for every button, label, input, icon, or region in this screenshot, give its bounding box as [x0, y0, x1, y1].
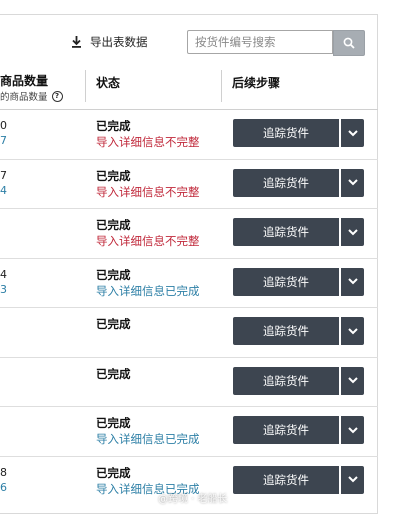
- table-row: 已完成 导入详细信息已完成 追踪货件: [0, 407, 378, 457]
- column-header-next-steps: 后续步骤: [232, 76, 281, 90]
- export-table-link[interactable]: 导出表数据: [71, 34, 148, 50]
- table-row: 4 3 已完成 导入详细信息已完成 追踪货件: [0, 259, 378, 308]
- quantity-link[interactable]: 7: [0, 134, 7, 147]
- quantity-link[interactable]: 3: [0, 283, 7, 296]
- more-actions-dropdown[interactable]: [341, 119, 364, 147]
- quantity-value: 7: [0, 168, 7, 182]
- more-actions-dropdown[interactable]: [341, 267, 364, 296]
- status-text: 已完成: [96, 317, 131, 331]
- help-icon[interactable]: ?: [51, 90, 63, 102]
- quantity-value: 8: [0, 465, 7, 479]
- status-text: 已完成: [96, 366, 131, 381]
- quantity-subtitle: 的商品数量: [0, 92, 48, 103]
- search-button[interactable]: [333, 30, 365, 56]
- table-row: 7 4 已完成 导入详细信息不完整 追踪货件: [0, 160, 378, 209]
- column-divider: [221, 70, 222, 102]
- track-shipment-button[interactable]: 追踪货件: [233, 366, 339, 395]
- status-text: 已完成: [96, 168, 131, 183]
- quantity-value: 0: [0, 119, 7, 132]
- import-detail-status[interactable]: 导入详细信息不完整: [96, 184, 200, 200]
- more-actions-dropdown[interactable]: [341, 218, 364, 246]
- status-text: 已完成: [96, 119, 131, 133]
- table-row: 已完成 导入详细信息不完整 追踪货件: [0, 209, 378, 259]
- status-text: 已完成: [96, 218, 131, 232]
- import-detail-status[interactable]: 导入详细信息已完成: [96, 283, 200, 299]
- status-text: 已完成: [96, 416, 131, 430]
- table-row: 0 7 已完成 导入详细信息不完整 追踪货件: [0, 110, 378, 160]
- track-shipment-button[interactable]: 追踪货件: [233, 218, 339, 246]
- chevron-down-icon: [347, 327, 358, 334]
- track-shipment-button[interactable]: 追踪货件: [233, 119, 339, 147]
- chevron-down-icon: [347, 179, 358, 186]
- search-input[interactable]: [187, 30, 333, 54]
- column-header-status: 状态: [96, 76, 121, 90]
- status-text: 已完成: [96, 465, 131, 480]
- track-shipment-button[interactable]: 追踪货件: [233, 267, 339, 296]
- track-shipment-button[interactable]: 追踪货件: [233, 465, 339, 494]
- column-header-quantity: 商品数量: [0, 74, 49, 88]
- more-actions-dropdown[interactable]: [341, 168, 364, 197]
- track-shipment-button[interactable]: 追踪货件: [233, 416, 339, 444]
- chevron-down-icon: [347, 426, 358, 433]
- search-icon: [343, 37, 355, 49]
- more-actions-dropdown[interactable]: [341, 416, 364, 444]
- import-detail-status[interactable]: 导入详细信息不完整: [96, 134, 200, 150]
- status-text: 已完成: [96, 267, 131, 282]
- import-detail-status[interactable]: 导入详细信息已完成: [96, 431, 200, 447]
- quantity-link[interactable]: 4: [0, 184, 7, 197]
- track-shipment-button[interactable]: 追踪货件: [233, 317, 339, 345]
- chevron-down-icon: [347, 278, 358, 285]
- quantity-value: 4: [0, 267, 7, 281]
- chevron-down-icon: [347, 129, 358, 136]
- more-actions-dropdown[interactable]: [341, 366, 364, 395]
- chevron-down-icon: [347, 228, 358, 235]
- table-row: 已完成 追踪货件: [0, 308, 378, 358]
- quantity-link[interactable]: 6: [0, 481, 7, 494]
- chevron-down-icon: [347, 377, 358, 384]
- track-shipment-button[interactable]: 追踪货件: [233, 168, 339, 197]
- download-icon: [72, 36, 81, 48]
- column-subheader-quantity: 的商品数量 ?: [0, 89, 63, 103]
- column-divider: [85, 70, 86, 102]
- more-actions-dropdown[interactable]: [341, 317, 364, 345]
- chevron-down-icon: [347, 476, 358, 483]
- table-row: 已完成 追踪货件: [0, 358, 378, 407]
- export-label: 导出表数据: [90, 35, 148, 49]
- more-actions-dropdown[interactable]: [341, 465, 364, 494]
- import-detail-status[interactable]: 导入详细信息不完整: [96, 233, 200, 249]
- watermark: @跨境 · 老船长: [158, 494, 228, 505]
